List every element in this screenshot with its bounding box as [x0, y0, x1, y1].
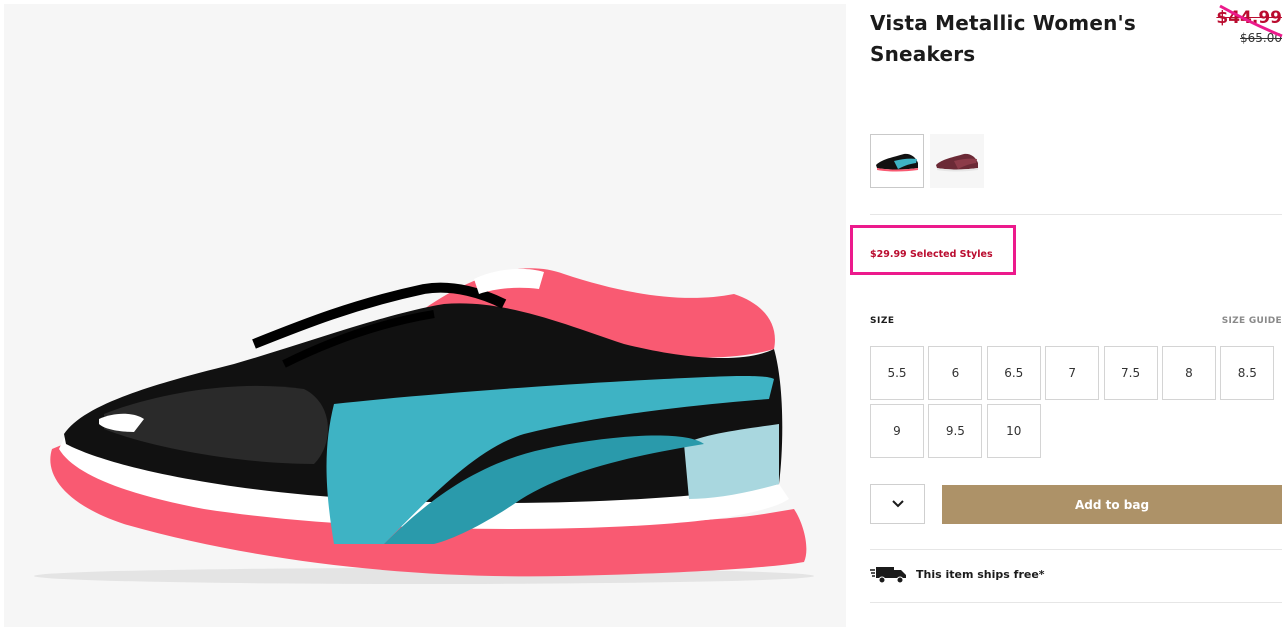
product-info-panel: Vista Metallic Women's Sneakers $44.99 $… — [850, 0, 1283, 627]
size-option[interactable]: 7 — [1045, 346, 1100, 400]
product-image[interactable] — [4, 4, 846, 627]
size-label: SIZE — [870, 316, 895, 326]
size-option[interactable]: 6 — [928, 346, 983, 400]
size-option[interactable]: 9 — [870, 404, 924, 458]
size-option[interactable]: 7.5 — [1103, 346, 1158, 400]
size-guide-link[interactable]: SIZE GUIDE — [1222, 316, 1282, 326]
quantity-select[interactable] — [870, 484, 925, 524]
add-to-bag-button[interactable]: Add to bag — [942, 485, 1282, 524]
size-option[interactable]: 8.5 — [1220, 346, 1275, 400]
divider — [870, 602, 1282, 603]
swatch-black-teal-pink[interactable] — [870, 134, 924, 188]
sneaker-thumbnail-icon — [936, 153, 978, 172]
chevron-down-icon — [891, 500, 904, 508]
swatch-burgundy[interactable] — [930, 134, 984, 188]
size-grid: 5.5 6 6.5 7 7.5 8 8.5 9 9.5 10 — [870, 346, 1282, 458]
size-option[interactable]: 9.5 — [928, 404, 983, 458]
size-option[interactable]: 6.5 — [986, 346, 1041, 400]
size-option[interactable]: 8 — [1161, 346, 1216, 400]
product-page: Vista Metallic Women's Sneakers $44.99 $… — [0, 0, 1288, 627]
divider — [870, 214, 1282, 215]
size-option[interactable]: 5.5 — [870, 346, 924, 400]
sneaker-thumbnail-icon — [876, 153, 918, 172]
promo-text: $29.99 Selected Styles — [870, 249, 993, 260]
product-title: Vista Metallic Women's Sneakers — [870, 11, 1136, 66]
shipping-info: This item ships free* — [870, 564, 1045, 584]
price-strike-annotation — [1219, 4, 1283, 38]
sneaker-illustration — [34, 268, 814, 584]
truck-icon — [870, 567, 906, 584]
color-swatches — [870, 134, 984, 188]
divider — [870, 549, 1282, 550]
shipping-text: This item ships free* — [916, 567, 1045, 581]
size-option[interactable]: 10 — [986, 404, 1041, 458]
